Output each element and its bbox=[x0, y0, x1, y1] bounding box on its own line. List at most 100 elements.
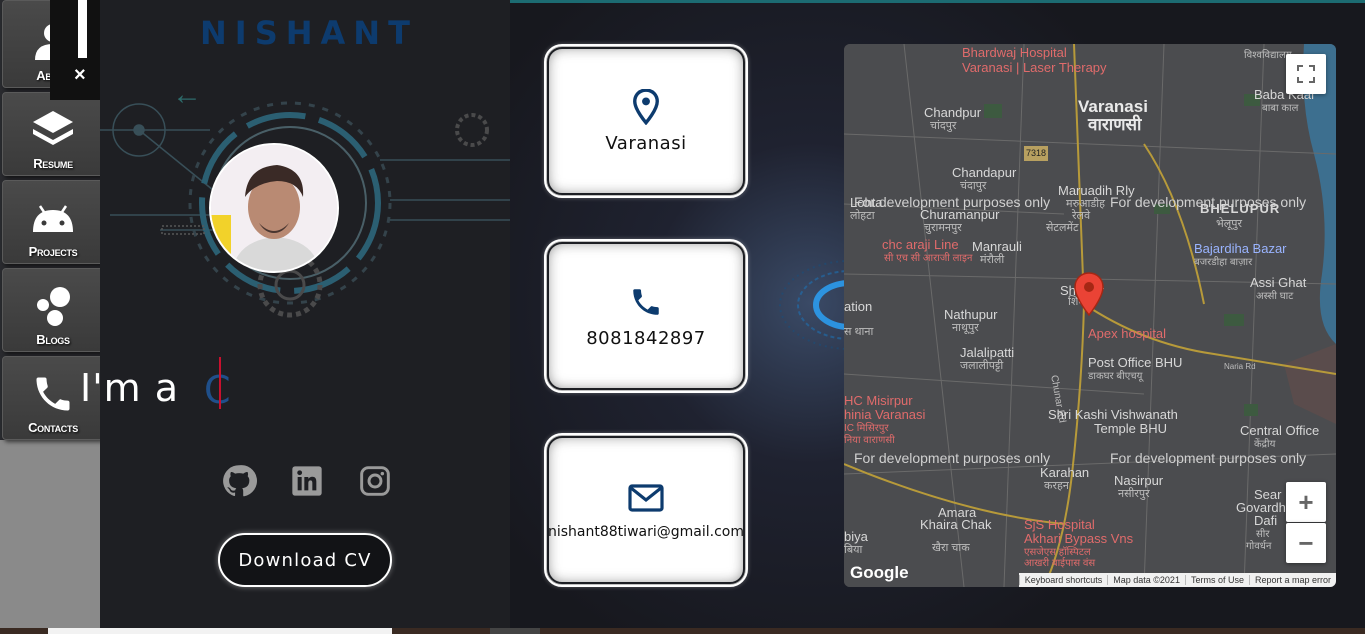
map-label: Manrauli bbox=[972, 239, 1022, 254]
social-links bbox=[220, 462, 394, 500]
map-label: सी एच सी आराजी लाइन bbox=[884, 253, 973, 264]
map-label: Akhari Bypass Vns bbox=[1024, 531, 1134, 546]
map-label: Temple BHU bbox=[1094, 421, 1167, 436]
map-label: आखरी बाईपास वंस bbox=[1024, 558, 1096, 569]
map-label: बाबा काल bbox=[1262, 103, 1299, 114]
map-footer: Keyboard shortcuts Map data ©2021 Terms … bbox=[1018, 573, 1336, 587]
close-icon: × bbox=[74, 64, 86, 86]
map-label: नाथूपुर bbox=[952, 322, 979, 334]
map-label: Khaira Chak bbox=[920, 517, 992, 532]
location-pin-icon bbox=[628, 88, 664, 125]
bubbles-icon bbox=[27, 280, 79, 332]
map-label: ation bbox=[844, 299, 873, 314]
map-label: Karahan bbox=[1040, 465, 1090, 480]
map-label: वाराणसी bbox=[1088, 115, 1142, 134]
dev-notice: For development purposes only bbox=[1110, 194, 1307, 210]
dev-notice: For development purposes only bbox=[854, 194, 1051, 210]
map-label: Nathupur bbox=[944, 307, 998, 322]
nav-projects-label: Projects bbox=[28, 244, 78, 259]
android-icon bbox=[27, 192, 79, 244]
map-label: चांदपुर bbox=[930, 120, 957, 132]
map-label: जलालीपट्टी bbox=[960, 360, 1004, 372]
fullscreen-button[interactable] bbox=[1286, 54, 1326, 94]
download-cv-button[interactable]: Download CV bbox=[218, 533, 392, 587]
zoom-out-button[interactable]: − bbox=[1286, 523, 1326, 563]
email-card: nishant88tiwari@gmail.com bbox=[544, 433, 748, 587]
arrow-left-icon: ← bbox=[172, 78, 202, 111]
map-label: hinia Varanasi bbox=[844, 407, 926, 422]
map-label: Chandpur bbox=[924, 105, 982, 120]
map-label: Chandapur bbox=[952, 165, 1017, 180]
brand-logo: NISHANT bbox=[200, 14, 418, 52]
linkedin-icon[interactable] bbox=[288, 462, 326, 500]
avatar bbox=[209, 143, 339, 273]
map-label: Dafi bbox=[1254, 513, 1278, 528]
nav-resume-label: Resume bbox=[33, 156, 73, 171]
map-label: स थाना bbox=[844, 326, 874, 338]
map-label: 7318 bbox=[1024, 146, 1049, 161]
map-label: Assi Ghat bbox=[1250, 275, 1307, 290]
nav-projects[interactable]: Projects bbox=[2, 180, 104, 264]
map-label: निया वाराणसी bbox=[844, 435, 895, 446]
bottom-bar bbox=[0, 628, 1365, 634]
map-marker-icon[interactable] bbox=[1074, 272, 1104, 316]
typed-text: C bbox=[204, 368, 231, 412]
phone-card: 8081842897 bbox=[544, 239, 748, 393]
map-label: Central Office bbox=[1240, 423, 1320, 438]
map-label: Jalalipatti bbox=[960, 345, 1015, 360]
terms-link[interactable]: Terms of Use bbox=[1184, 575, 1249, 585]
map-label: Varanasi | Laser Therapy bbox=[962, 60, 1107, 75]
location-card: Varanasi bbox=[544, 44, 748, 198]
map-label: नसीरपुर bbox=[1118, 488, 1150, 500]
phone-icon bbox=[628, 284, 664, 320]
map-data-text: Map data ©2021 bbox=[1107, 575, 1185, 585]
map-label: Varanasi bbox=[1078, 97, 1148, 116]
report-error-link[interactable]: Report a map error bbox=[1248, 575, 1336, 585]
map-label: गोवर्धन bbox=[1246, 541, 1272, 552]
map-label: HC Misirpur bbox=[844, 393, 913, 408]
map-label: Shri Kashi Vishwanath bbox=[1048, 407, 1178, 422]
map-label: Nasirpur bbox=[1114, 473, 1164, 488]
instagram-icon[interactable] bbox=[356, 462, 394, 500]
map-label: biya bbox=[844, 529, 868, 544]
email-text[interactable]: nishant88tiwari@gmail.com bbox=[548, 524, 744, 540]
scroll-indicator bbox=[78, 0, 87, 58]
map-label: Apex hospital bbox=[1088, 326, 1167, 341]
layers-icon bbox=[27, 104, 79, 156]
map-label: chc araji Line bbox=[882, 237, 959, 252]
nav-blogs[interactable]: Blogs bbox=[2, 268, 104, 352]
mail-icon bbox=[628, 480, 664, 516]
location-text: Varanasi bbox=[605, 132, 687, 154]
map-label: चुरामनपुर bbox=[924, 222, 962, 234]
map-label: लोहटा bbox=[850, 210, 875, 222]
nav-resume[interactable]: Resume bbox=[2, 92, 104, 176]
zoom-in-button[interactable]: + bbox=[1286, 482, 1326, 522]
intro-text: I'm a bbox=[80, 366, 180, 410]
google-map[interactable]: Bhardwaj Hospital Varanasi | Laser Thera… bbox=[844, 44, 1336, 587]
dev-notice: For development purposes only bbox=[854, 450, 1051, 466]
map-label: मंरौली bbox=[980, 254, 1005, 266]
map-label: अस्सी घाट bbox=[1256, 291, 1294, 302]
dev-notice: For development purposes only bbox=[1110, 450, 1307, 466]
map-label: खैरा चाक bbox=[932, 542, 970, 554]
map-label: चंदापुर bbox=[960, 180, 987, 192]
map-label: सेटलमेंट bbox=[1046, 222, 1079, 234]
map-label: भेलूपुर bbox=[1216, 218, 1242, 230]
map-label: SjS Hospital bbox=[1024, 517, 1095, 532]
map-label: बजरडीहा बाज़ार bbox=[1194, 257, 1253, 268]
nav-contacts-label: Contacts bbox=[28, 420, 78, 435]
keyboard-shortcuts-link[interactable]: Keyboard shortcuts bbox=[1018, 575, 1108, 585]
map-label: Bhardwaj Hospital bbox=[962, 45, 1067, 60]
map-label: Post Office BHU bbox=[1088, 355, 1183, 370]
typing-caret bbox=[219, 357, 221, 409]
map-label: डाकघर बीएचयू bbox=[1088, 371, 1143, 382]
map-label: Bajardiha Bazar bbox=[1194, 241, 1287, 256]
map-label: बिया bbox=[844, 544, 863, 556]
map-label: Naria Rd bbox=[1224, 362, 1256, 371]
github-icon[interactable] bbox=[220, 462, 258, 500]
phone-text[interactable]: 8081842897 bbox=[586, 328, 706, 349]
google-logo[interactable]: Google bbox=[850, 563, 909, 583]
phone-icon bbox=[27, 368, 79, 420]
nav-blogs-label: Blogs bbox=[36, 332, 70, 347]
map-label: करहन bbox=[1044, 480, 1069, 492]
